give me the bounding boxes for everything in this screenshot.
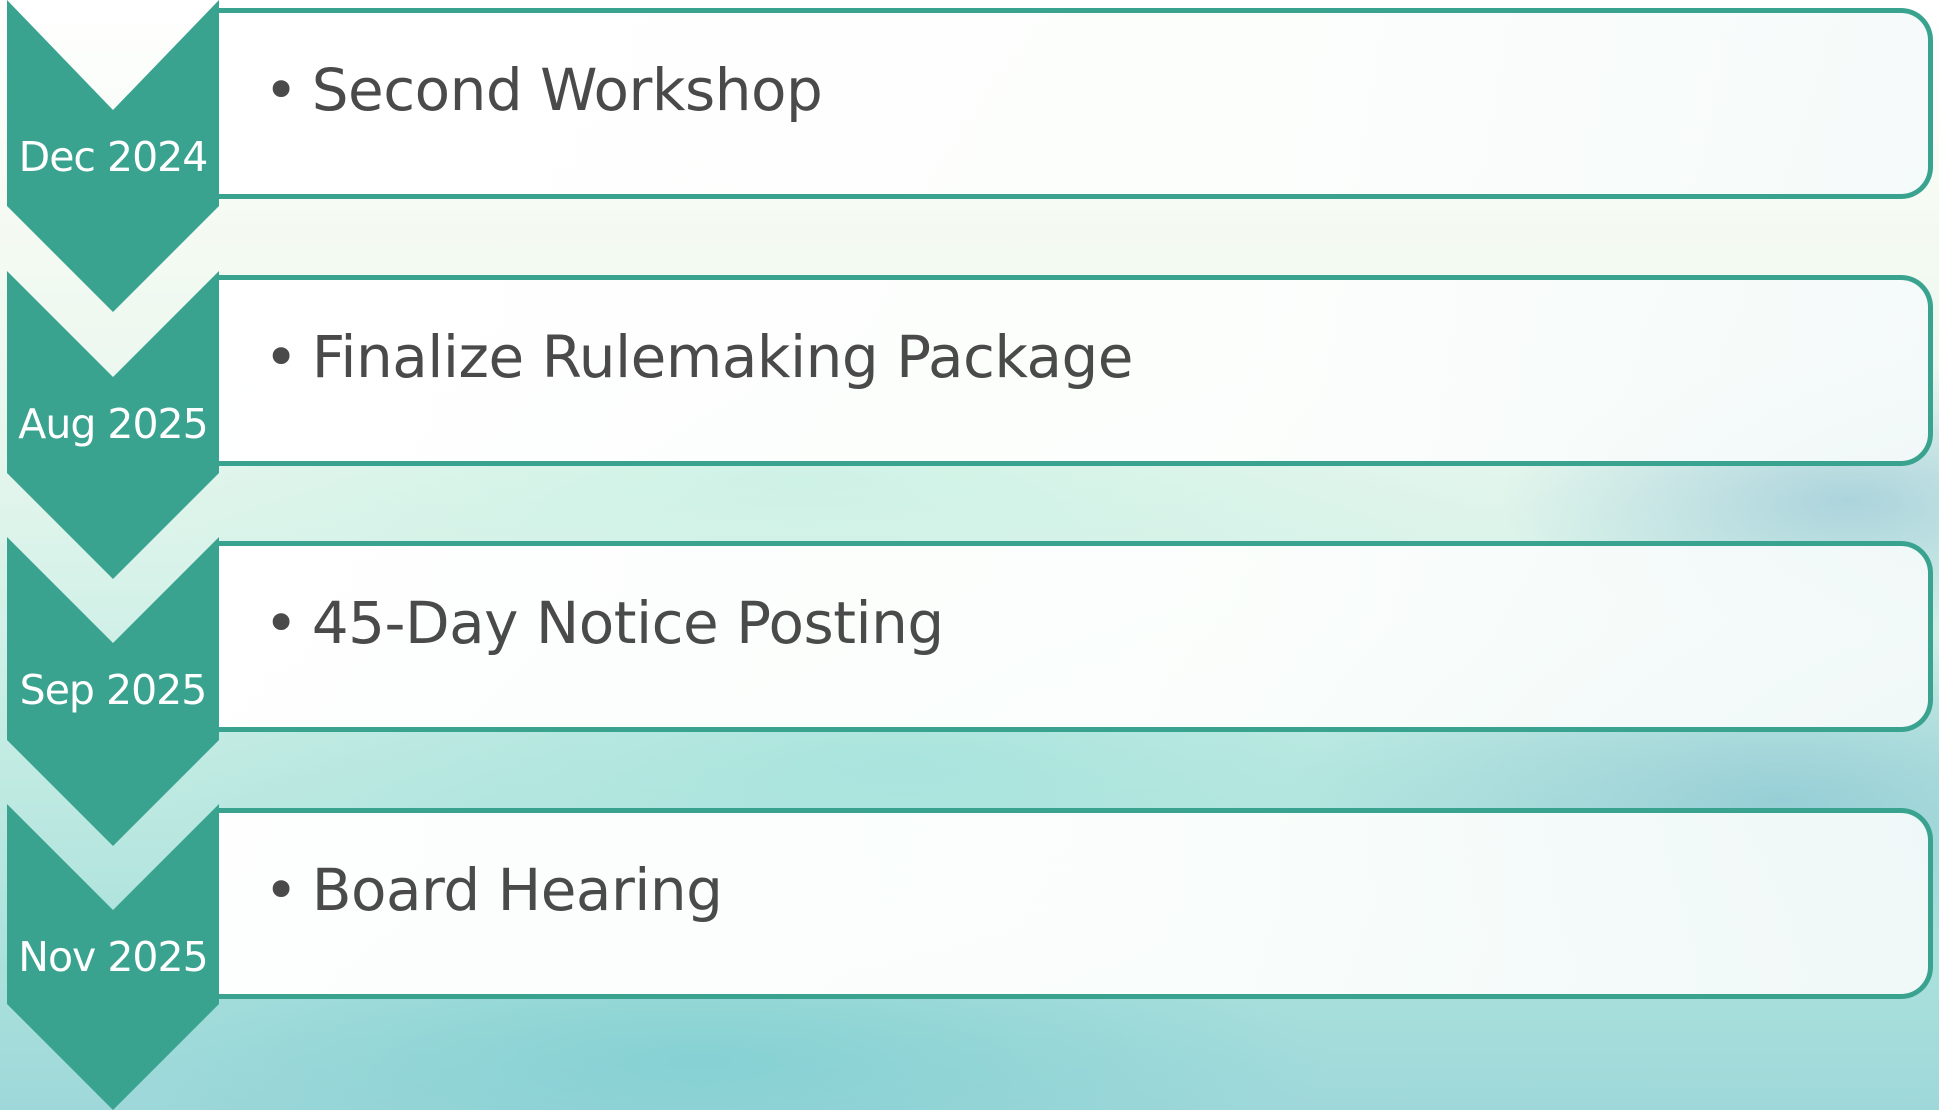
timeline-item-text: Finalize Rulemaking Package bbox=[311, 323, 1134, 391]
timeline-bar-second-workshop: • Second Workshop bbox=[219, 8, 1933, 199]
bullet-icon: • bbox=[264, 856, 298, 924]
date-label-aug-2025: Aug 2025 bbox=[18, 400, 208, 448]
timeline-item: • Board Hearing bbox=[264, 855, 723, 925]
timeline-diagram: Dec 2024 Aug 2025 Sep 2025 Nov 2025 • Sec… bbox=[0, 0, 1939, 1110]
bullet-icon: • bbox=[264, 589, 298, 657]
bullet-icon: • bbox=[264, 56, 298, 124]
timeline-bar-finalize-rulemaking: • Finalize Rulemaking Package bbox=[219, 275, 1933, 466]
timeline-item: • 45-Day Notice Posting bbox=[264, 588, 944, 658]
timeline-bar-board-hearing: • Board Hearing bbox=[219, 808, 1933, 999]
timeline-item: • Finalize Rulemaking Package bbox=[264, 322, 1134, 392]
timeline-bar-45-day-notice: • 45-Day Notice Posting bbox=[219, 541, 1933, 732]
bullet-icon: • bbox=[264, 323, 298, 391]
timeline-item-text: Second Workshop bbox=[311, 56, 823, 124]
timeline-item-text: 45-Day Notice Posting bbox=[311, 589, 944, 657]
date-label-dec-2024: Dec 2024 bbox=[18, 133, 209, 181]
date-label-sep-2025: Sep 2025 bbox=[19, 666, 208, 714]
timeline-item: • Second Workshop bbox=[264, 55, 823, 125]
timeline-item-text: Board Hearing bbox=[311, 856, 723, 924]
date-label-nov-2025: Nov 2025 bbox=[18, 933, 208, 981]
